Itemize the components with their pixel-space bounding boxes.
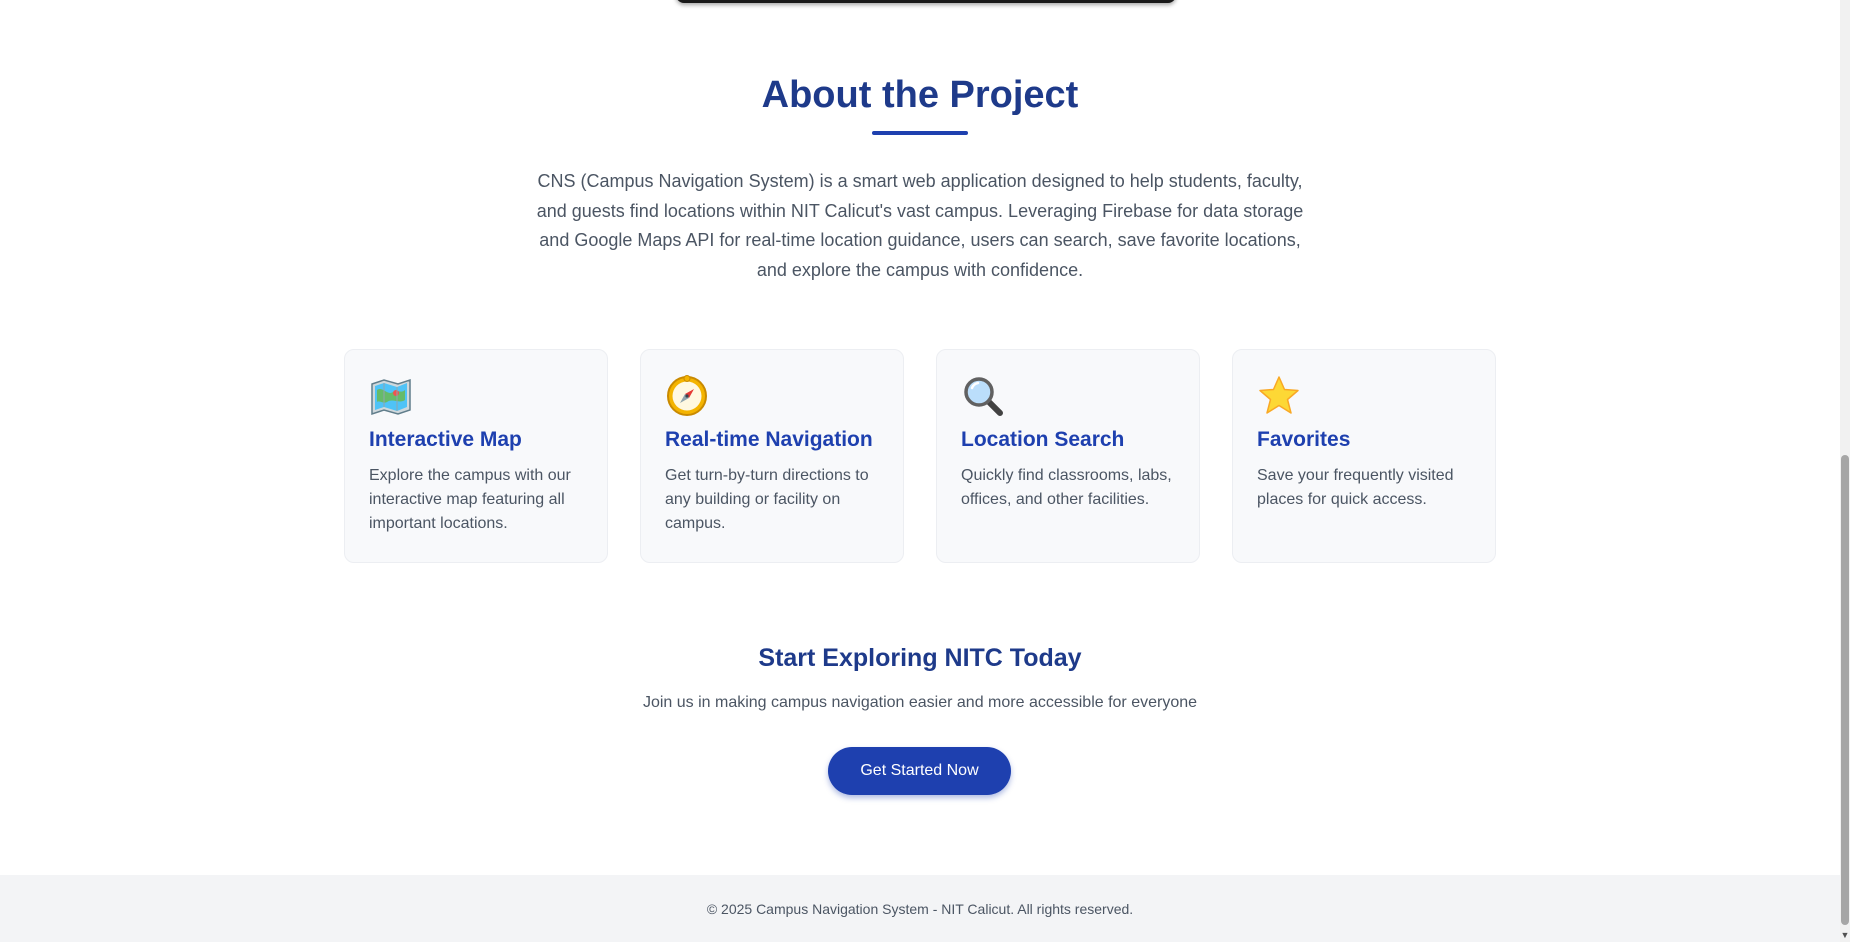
cta-subtitle: Join us in making campus navigation easi… [642,694,1198,711]
feature-card-location-search: Location Search Quickly find classrooms,… [936,349,1200,563]
scrollbar-thumb[interactable] [1841,455,1849,925]
feature-title: Real-time Navigation [665,428,873,451]
scroll-down-arrow-icon[interactable]: ▼ [1840,928,1850,942]
feature-description: Get turn-by-turn directions to any build… [665,467,869,532]
hero-image-bottom-edge [676,0,1176,3]
feature-description: Save your frequently visited places for … [1257,467,1454,508]
footer: © 2025 Campus Navigation System - NIT Ca… [0,875,1840,942]
feature-title: Interactive Map [369,428,522,451]
feature-description: Quickly find classrooms, labs, offices, … [961,467,1172,508]
footer-copyright: © 2025 Campus Navigation System - NIT Ca… [706,901,1134,917]
compass-icon [667,375,707,416]
star-icon [1259,376,1299,414]
about-description: CNS (Campus Navigation System) is a smar… [536,171,1304,280]
feature-title: Location Search [961,428,1125,451]
feature-card-interactive-map: Interactive Map Explore the campus with … [344,349,608,563]
cta-title: Start Exploring NITC Today [758,644,1082,672]
feature-card-real-time-navigation: Real-time Navigation Get turn-by-turn di… [640,349,904,563]
feature-title: Favorites [1257,428,1351,451]
page-scrollbar[interactable]: ▼ [1840,0,1850,942]
title-underline-divider [872,131,968,135]
landing-page: About the Project CNS (Campus Navigation… [0,0,1840,942]
magnifier-icon [964,377,1003,416]
feature-card-favorites: Favorites Save your frequently visited p… [1232,349,1496,563]
map-icon [371,378,411,416]
feature-description: Explore the campus with our interactive … [369,467,571,532]
get-started-button[interactable]: Get Started Now [828,747,1011,795]
about-section-title: About the Project [761,74,1079,116]
